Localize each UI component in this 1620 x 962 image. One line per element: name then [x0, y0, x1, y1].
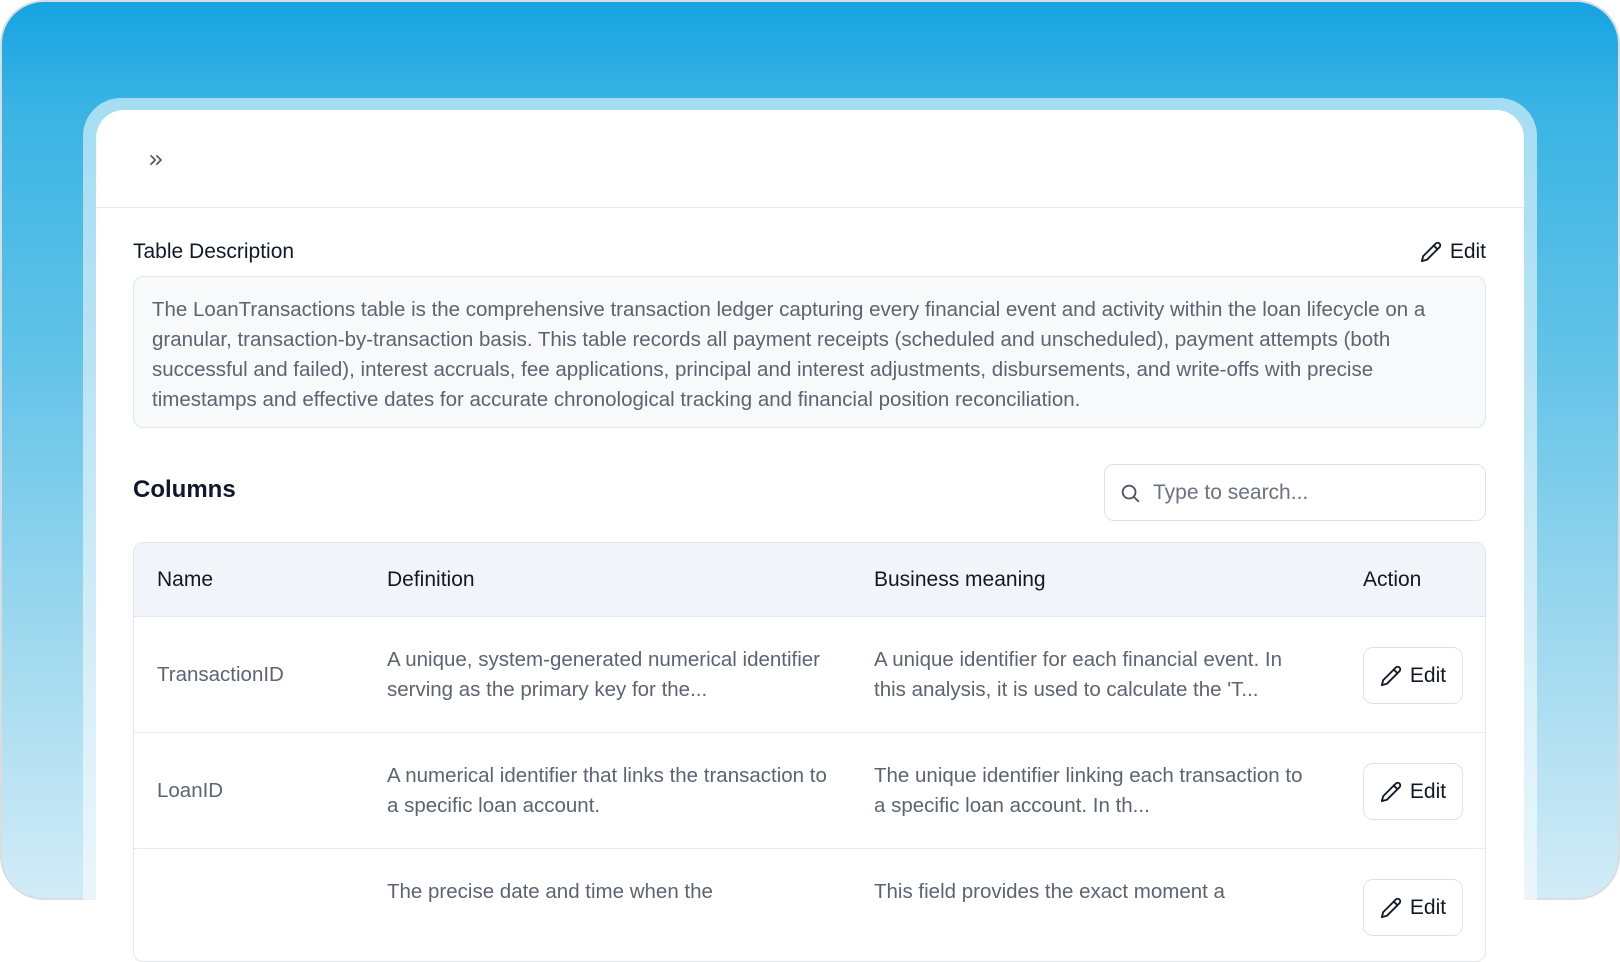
- main-window: Table Description Edit The LoanTransacti…: [96, 110, 1524, 962]
- header-definition: Definition: [387, 568, 475, 591]
- description-text: The LoanTransactions table is the compre…: [133, 276, 1486, 428]
- header-action: Action: [1363, 568, 1422, 591]
- search-icon: [1121, 484, 1140, 502]
- column-business-meaning: The unique identifier linking each trans…: [874, 764, 1303, 817]
- search-input[interactable]: [1153, 480, 1453, 505]
- table-header: Name Definition Business meaning Action: [134, 543, 1485, 617]
- column-business-meaning: This field provides the exact moment a: [874, 880, 1225, 903]
- edit-description-button[interactable]: Edit: [1420, 240, 1486, 264]
- pencil-icon: [1380, 781, 1402, 802]
- table-row: TransactionID A unique, system-generated…: [134, 617, 1485, 733]
- pencil-icon: [1420, 241, 1441, 263]
- expand-sidebar-button[interactable]: [144, 148, 168, 172]
- edit-row-button[interactable]: Edit: [1363, 879, 1463, 936]
- edit-row-button[interactable]: Edit: [1363, 647, 1463, 704]
- edit-row-label: Edit: [1409, 779, 1447, 803]
- columns-title: Columns: [133, 476, 236, 503]
- description-header: Table Description Edit: [133, 240, 1486, 264]
- edit-row-label: Edit: [1409, 895, 1447, 919]
- top-bar: [96, 110, 1524, 208]
- column-definition: The precise date and time when the: [387, 880, 713, 903]
- header-name: Name: [157, 568, 214, 591]
- column-definition: A unique, system-generated numerical ide…: [387, 648, 821, 701]
- table-row: The precise date and time when the This …: [134, 849, 1485, 961]
- edit-description-label: Edit: [1449, 240, 1486, 263]
- edit-row-button[interactable]: Edit: [1363, 763, 1463, 820]
- pencil-icon: [1380, 665, 1402, 686]
- column-search: [1104, 464, 1486, 521]
- chevrons-right-icon: [150, 155, 162, 165]
- column-definition: A numerical identifier that links the tr…: [387, 764, 827, 817]
- column-name: TransactionID: [157, 663, 284, 686]
- description-title: Table Description: [133, 240, 295, 263]
- table-row: LoanID A numerical identifier that links…: [134, 733, 1485, 849]
- header-business-meaning: Business meaning: [874, 568, 1046, 591]
- column-business-meaning: A unique identifier for each financial e…: [874, 648, 1282, 701]
- edit-row-label: Edit: [1409, 663, 1447, 687]
- columns-table: Name Definition Business meaning Action …: [133, 542, 1486, 962]
- column-name: LoanID: [157, 779, 224, 802]
